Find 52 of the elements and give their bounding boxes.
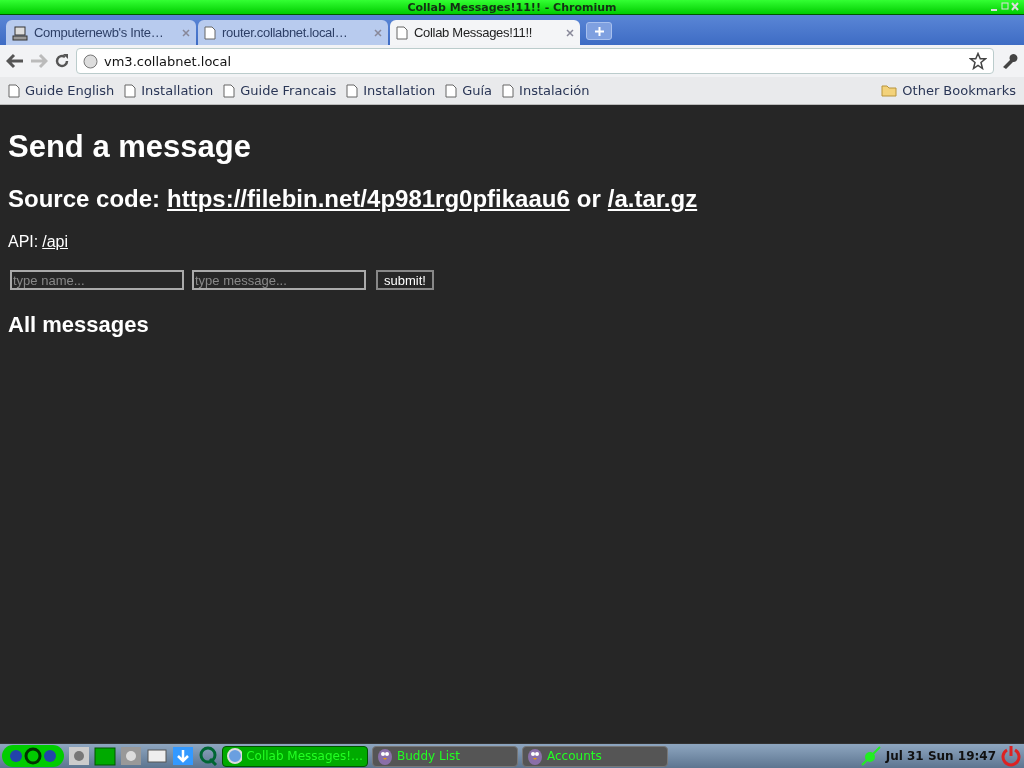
start-button[interactable] <box>2 745 64 767</box>
page-icon <box>346 83 359 98</box>
new-tab-button[interactable] <box>586 22 612 40</box>
source-link[interactable]: https://filebin.net/4p981rg0pfikaau6 <box>167 185 570 213</box>
page-heading: Send a message <box>8 129 252 165</box>
browser-tab[interactable]: Collab Messages!11!! <box>390 20 580 45</box>
bookmark[interactable]: Guide English <box>8 83 115 98</box>
power-icon[interactable] <box>1000 745 1022 767</box>
source-label: Source code: <box>8 185 161 213</box>
bookmark[interactable]: Installation <box>346 83 436 98</box>
address-bar[interactable]: vm3.collabnet.local <box>76 48 994 74</box>
q-logo-icon[interactable] <box>198 746 218 766</box>
computer-icon <box>12 24 28 41</box>
bookmark[interactable]: Instalación <box>502 83 590 98</box>
browser-tab[interactable]: Computernewb's Inte… <box>6 20 196 45</box>
submit-button[interactable]: submit! <box>376 270 434 290</box>
bird-icon <box>377 747 393 765</box>
bookmark[interactable]: Installation <box>124 83 214 98</box>
browser-tab[interactable]: router.collabnet.local… <box>198 20 388 45</box>
page-icon <box>445 83 458 98</box>
archive-link[interactable]: /a.tar.gz <box>607 185 698 213</box>
plus-icon <box>594 26 604 36</box>
network-plug-icon <box>859 746 882 766</box>
close-icon[interactable] <box>182 28 190 37</box>
page-icon <box>8 83 20 98</box>
bookmark[interactable]: Guide Francais <box>223 83 337 98</box>
forward-icon[interactable] <box>30 53 48 69</box>
star-icon[interactable] <box>969 52 987 70</box>
api-link[interactable]: /api <box>42 233 69 251</box>
page-icon <box>396 25 408 40</box>
window-title: Collab Messages!11!! - Chromium <box>407 0 617 14</box>
page-icon <box>124 83 137 98</box>
name-field[interactable]: type name... <box>10 270 184 290</box>
clock: Jul 31 Sun 19:47 <box>885 749 996 763</box>
close-icon[interactable] <box>566 28 574 37</box>
or-text: or <box>576 185 601 213</box>
page-icon <box>223 83 236 98</box>
close-icon[interactable] <box>374 28 382 37</box>
bird-icon <box>527 747 543 765</box>
taskbar-button[interactable]: Buddy List <box>372 745 518 767</box>
message-field[interactable]: type message... <box>192 270 366 290</box>
back-icon[interactable] <box>6 53 24 69</box>
taskbar-button[interactable]: Accounts <box>522 745 668 767</box>
other-bookmarks[interactable]: Other Bookmarks <box>881 83 1016 98</box>
download-icon[interactable] <box>172 746 194 766</box>
messages-heading: All messages <box>8 312 150 338</box>
bookmark[interactable]: Guía <box>445 83 493 98</box>
menu-logo-icon <box>8 747 58 765</box>
page-icon <box>204 25 216 40</box>
reload-icon[interactable] <box>54 53 70 69</box>
page-icon <box>502 83 515 98</box>
api-label: API: <box>8 233 39 251</box>
